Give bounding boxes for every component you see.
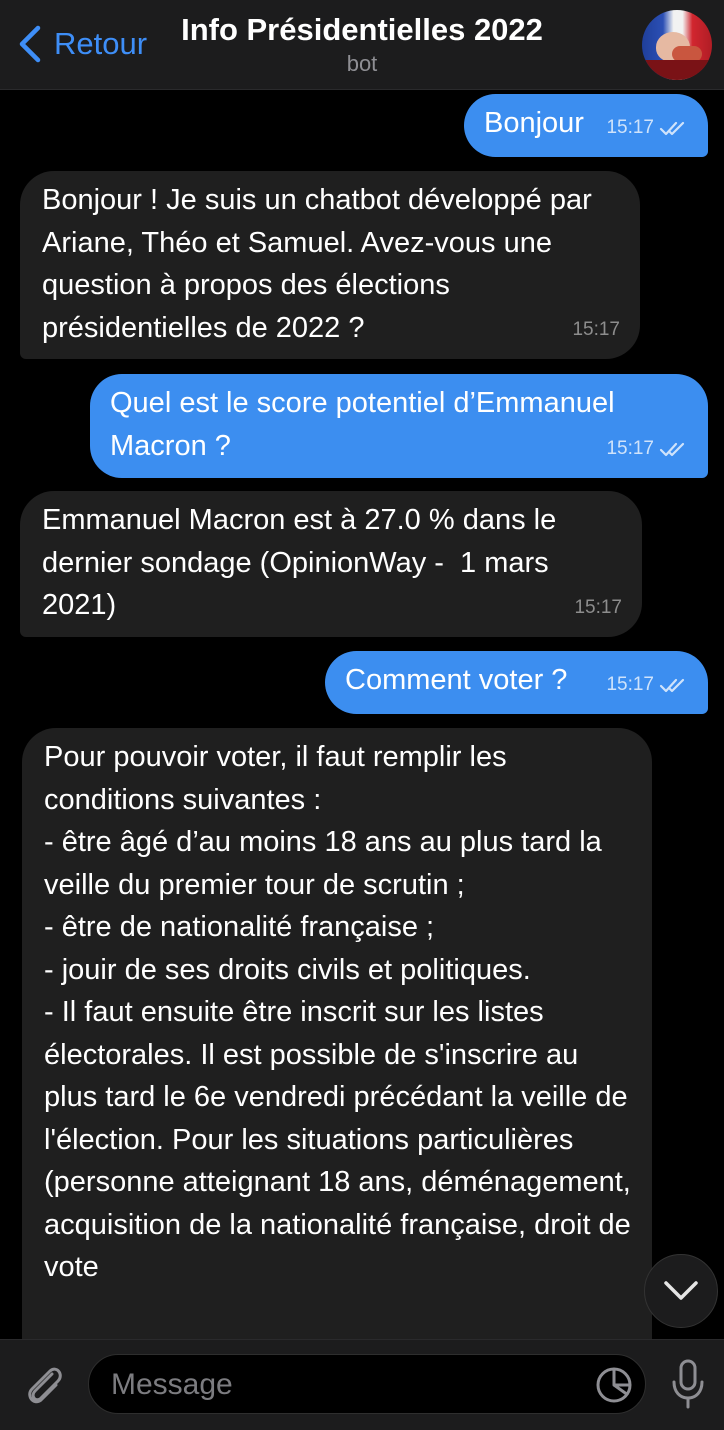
message-meta: 15:17 <box>574 587 622 630</box>
message-text: Comment voter ? <box>345 664 568 696</box>
avatar-base <box>642 60 712 80</box>
message-meta: 15:17 <box>606 664 688 707</box>
back-button[interactable]: Retour <box>16 24 147 64</box>
message-time: 15:17 <box>574 596 622 618</box>
message-time: 15:17 <box>606 437 654 459</box>
double-check-icon <box>659 678 685 692</box>
message-text: Bonjour <box>484 107 584 139</box>
message-time: 15:17 <box>572 318 620 340</box>
composer-bar <box>0 1339 724 1430</box>
message-list[interactable]: Bonjour 15:17 Bonjour ! Je suis un chatb… <box>0 91 724 1339</box>
double-check-icon <box>659 121 685 135</box>
message-incoming[interactable]: Emmanuel Macron est à 27.0 % dans le der… <box>20 491 642 637</box>
message-meta: 15:17 <box>606 107 688 150</box>
back-label: Retour <box>54 26 148 61</box>
message-input[interactable] <box>111 1365 581 1405</box>
message-outgoing[interactable]: Quel est le score potentiel d’Emmanuel M… <box>90 374 708 478</box>
message-outgoing[interactable]: Bonjour 15:17 <box>464 94 708 157</box>
message-meta: 15:17 <box>606 428 688 471</box>
chat-header: Retour Info Présidentielles 2022 bot <box>0 0 724 90</box>
sticker-icon[interactable] <box>595 1366 633 1404</box>
message-time: 15:17 <box>606 116 654 138</box>
chevron-down-icon <box>664 1281 698 1300</box>
message-time: 15:17 <box>606 673 654 695</box>
paperclip-icon[interactable] <box>22 1360 66 1408</box>
message-text: Pour pouvoir voter, il faut remplir les … <box>44 741 631 1283</box>
message-incoming[interactable]: Pour pouvoir voter, il faut remplir les … <box>22 728 652 1339</box>
message-outgoing[interactable]: Comment voter ? 15:17 <box>325 651 708 714</box>
chevron-left-icon <box>19 25 41 63</box>
message-field[interactable] <box>88 1354 646 1414</box>
scroll-to-bottom-button[interactable] <box>644 1254 718 1328</box>
message-meta: 15:17 <box>572 309 620 352</box>
message-text: Emmanuel Macron est à 27.0 % dans le der… <box>42 504 565 621</box>
message-incoming[interactable]: Bonjour ! Je suis un chatbot développé p… <box>20 171 640 359</box>
microphone-icon[interactable] <box>670 1358 706 1410</box>
double-check-icon <box>659 442 685 456</box>
bot-avatar[interactable] <box>642 10 712 80</box>
message-text: Bonjour ! Je suis un chatbot développé p… <box>42 184 599 344</box>
